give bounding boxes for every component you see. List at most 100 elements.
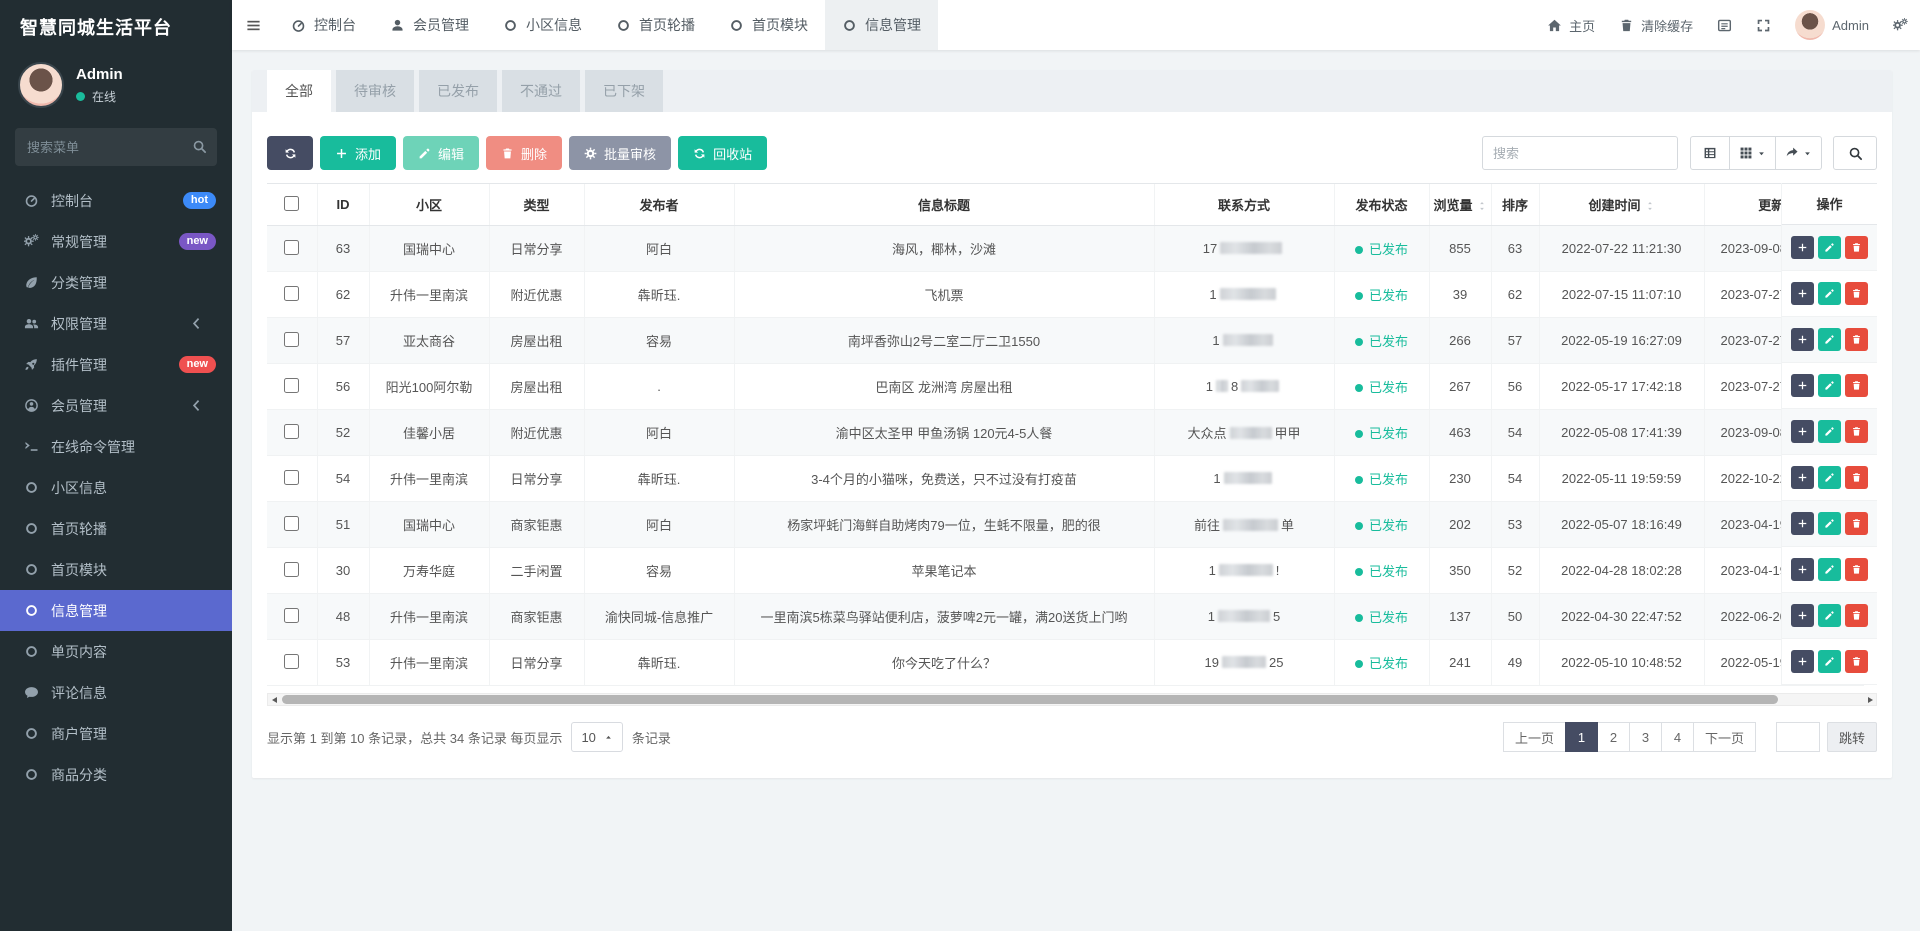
hscroll-right-arrow[interactable] [1863,694,1876,705]
row-edit-button[interactable] [1818,374,1841,397]
tab-已下架[interactable]: 已下架 [585,70,663,112]
row-delete-button[interactable] [1845,650,1868,673]
row-checkbox[interactable] [284,424,299,439]
topnav-tab-首页轮播[interactable]: 首页轮播 [599,0,712,50]
sidebar-item-单页内容[interactable]: 单页内容 [0,631,232,672]
hscroll-thumb[interactable] [282,695,1778,704]
fullscreen-button[interactable] [1744,0,1783,50]
row-delete-button[interactable] [1845,374,1868,397]
row-edit-button[interactable] [1818,558,1841,581]
row-edit-button[interactable] [1818,604,1841,627]
search-submit-button[interactable] [1833,136,1877,170]
sidebar-item-权限管理[interactable]: 权限管理 [0,303,232,344]
tab-全部[interactable]: 全部 [267,70,331,112]
page-button-4[interactable]: 4 [1661,722,1694,752]
column-header-创建时间[interactable]: 创建时间 [1539,184,1704,226]
refresh-button[interactable] [267,136,313,170]
row-checkbox[interactable] [284,608,299,623]
row-delete-button[interactable] [1845,420,1868,443]
sidebar-item-信息管理[interactable]: 信息管理 [0,590,232,631]
tab-已发布[interactable]: 已发布 [419,70,497,112]
row-checkbox[interactable] [284,240,299,255]
brand[interactable]: 智慧同城生活平台 [0,0,232,54]
row-delete-button[interactable] [1845,558,1868,581]
sidebar-item-分类管理[interactable]: 分类管理 [0,262,232,303]
row-detail-button[interactable] [1791,374,1814,397]
row-delete-button[interactable] [1845,236,1868,259]
settings-button[interactable] [1881,0,1920,50]
row-detail-button[interactable] [1791,420,1814,443]
sidebar-item-首页轮播[interactable]: 首页轮播 [0,508,232,549]
columns-button[interactable] [1729,136,1776,170]
row-edit-button[interactable] [1818,328,1841,351]
row-checkbox[interactable] [284,516,299,531]
sidebar-item-会员管理[interactable]: 会员管理 [0,385,232,426]
topnav-tab-控制台[interactable]: 控制台 [274,0,373,50]
topnav-tab-首页模块[interactable]: 首页模块 [712,0,825,50]
sidebar-item-商品分类[interactable]: 商品分类 [0,754,232,795]
row-delete-button[interactable] [1845,282,1868,305]
page-size-select[interactable]: 10 [571,722,622,752]
row-detail-button[interactable] [1791,650,1814,673]
page-button-1[interactable]: 1 [1565,722,1598,752]
page-button-2[interactable]: 2 [1597,722,1630,752]
row-edit-button[interactable] [1818,282,1841,305]
sidebar-item-控制台[interactable]: 控制台hot [0,180,232,221]
row-checkbox[interactable] [284,562,299,577]
row-checkbox[interactable] [284,286,299,301]
tab-不通过[interactable]: 不通过 [502,70,580,112]
row-edit-button[interactable] [1818,512,1841,535]
sidebar-item-评论信息[interactable]: 评论信息 [0,672,232,713]
sidebar-item-小区信息[interactable]: 小区信息 [0,467,232,508]
row-detail-button[interactable] [1791,604,1814,627]
edit-button[interactable]: 编辑 [403,136,479,170]
row-checkbox[interactable] [284,470,299,485]
row-checkbox[interactable] [284,332,299,347]
column-header-浏览量[interactable]: 浏览量 [1429,184,1491,226]
row-delete-button[interactable] [1845,512,1868,535]
topnav-tab-小区信息[interactable]: 小区信息 [486,0,599,50]
row-checkbox[interactable] [284,378,299,393]
jump-button[interactable]: 跳转 [1827,722,1877,752]
add-button[interactable]: 添加 [320,136,396,170]
row-delete-button[interactable] [1845,328,1868,351]
row-detail-button[interactable] [1791,512,1814,535]
page-button-3[interactable]: 3 [1629,722,1662,752]
row-detail-button[interactable] [1791,236,1814,259]
jump-page-input[interactable] [1776,722,1820,752]
recycle-bin-button[interactable]: 回收站 [678,136,767,170]
topnav-tab-会员管理[interactable]: 会员管理 [373,0,486,50]
detail-view-button[interactable] [1690,136,1730,170]
batch-audit-button[interactable]: 批量审核 [569,136,671,170]
hscroll-left-arrow[interactable] [268,694,281,705]
row-detail-button[interactable] [1791,282,1814,305]
row-detail-button[interactable] [1791,558,1814,581]
language-button[interactable] [1705,0,1744,50]
sidebar-toggle-button[interactable] [232,0,274,50]
sidebar-item-商户管理[interactable]: 商户管理 [0,713,232,754]
row-detail-button[interactable] [1791,328,1814,351]
export-button[interactable] [1775,136,1822,170]
row-delete-button[interactable] [1845,604,1868,627]
prev-page-button[interactable]: 上一页 [1503,722,1566,752]
tab-待审核[interactable]: 待审核 [336,70,414,112]
clear-cache-button[interactable]: 清除缓存 [1607,0,1705,50]
sidebar-item-在线命令管理[interactable]: 在线命令管理 [0,426,232,467]
user-menu[interactable]: Admin [1783,0,1881,50]
sidebar-item-首页模块[interactable]: 首页模块 [0,549,232,590]
topnav-tab-信息管理[interactable]: 信息管理 [825,0,938,50]
row-edit-button[interactable] [1818,466,1841,489]
select-all-checkbox[interactable] [284,196,299,211]
sidebar-item-插件管理[interactable]: 插件管理new [0,344,232,385]
row-edit-button[interactable] [1818,650,1841,673]
row-delete-button[interactable] [1845,466,1868,489]
sidebar-item-常规管理[interactable]: 常规管理new [0,221,232,262]
table-search-input[interactable] [1482,136,1678,170]
menu-search-input[interactable] [15,128,217,166]
row-edit-button[interactable] [1818,236,1841,259]
row-edit-button[interactable] [1818,420,1841,443]
home-button[interactable]: 主页 [1535,0,1607,50]
row-checkbox[interactable] [284,654,299,669]
row-detail-button[interactable] [1791,466,1814,489]
next-page-button[interactable]: 下一页 [1693,722,1756,752]
